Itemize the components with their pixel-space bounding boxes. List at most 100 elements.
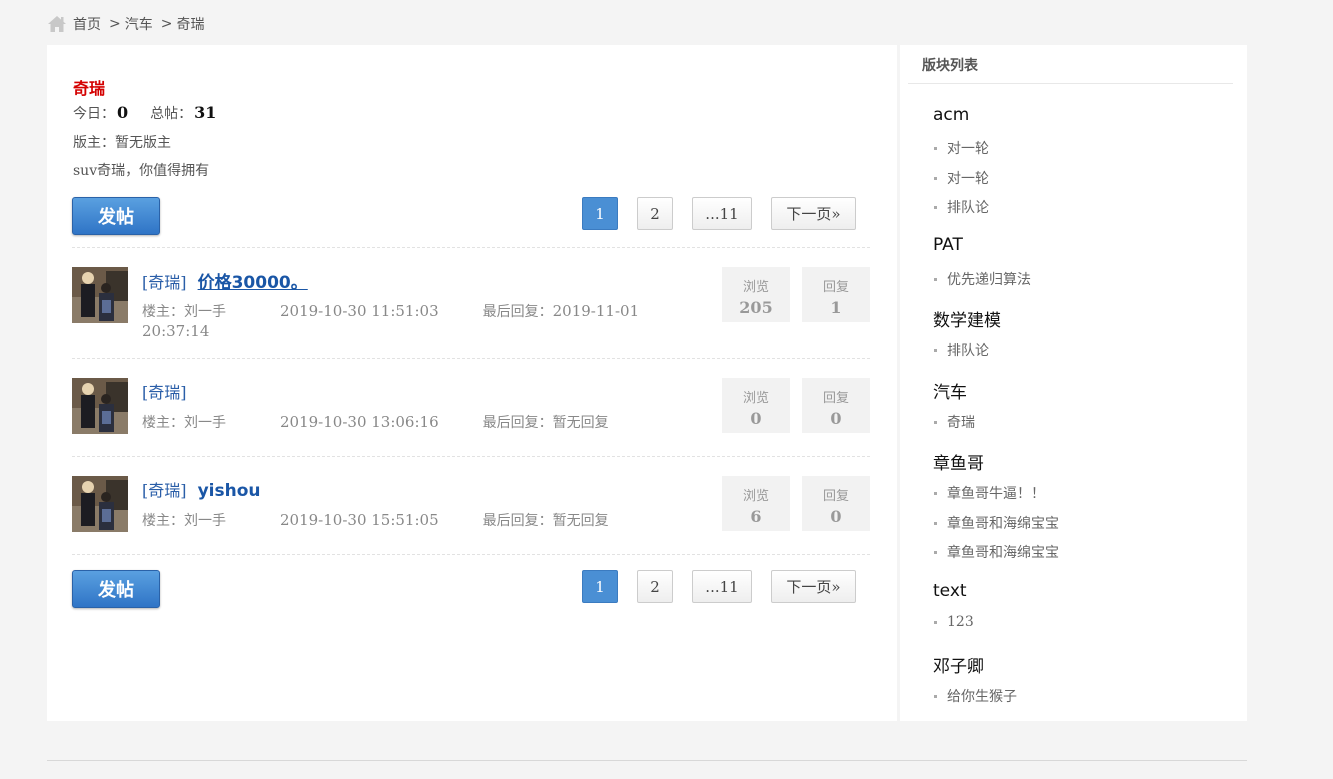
sidebar-subforum-item[interactable]: 对一轮 [934, 138, 989, 158]
views-count: 6 [750, 507, 762, 526]
replies-count: 1 [830, 298, 842, 317]
thread-row: [奇瑞] 楼主：刘一手 2019-10-30 13:06:16 最后回复：暂无回复 … [72, 378, 870, 448]
sidebar-category-acm[interactable]: acm [933, 105, 969, 125]
replies-box: 回复 0 [802, 378, 870, 433]
sidebar-subforum-item[interactable]: 排队论 [934, 340, 989, 360]
last-reply-time: 暂无回复 [552, 513, 609, 529]
divider [72, 554, 870, 555]
thread-title-link[interactable]: 价格30000。 [198, 273, 308, 293]
replies-count: 0 [830, 507, 842, 526]
forum-title: 奇瑞 [73, 79, 106, 98]
sidebar-category-squidward[interactable]: 章鱼哥 [933, 449, 984, 474]
page-2-button[interactable]: 2 [637, 570, 673, 603]
thread-title-line: [奇瑞] yishou [142, 477, 261, 501]
forum-stats: 今日： 0 总帖： 31 [73, 103, 216, 123]
thread-time: 2019-10-30 13:06:16 [280, 413, 439, 431]
thread-time: 2019-10-30 15:51:05 [280, 511, 439, 529]
page-1-button[interactable]: 1 [582, 197, 618, 230]
home-icon[interactable] [47, 14, 67, 34]
thread-tag[interactable]: [奇瑞] [142, 481, 187, 500]
thread-time: 2019-10-30 11:51:03 [280, 302, 439, 320]
total-count: 31 [194, 103, 217, 122]
forum-moderator: 版主：暂无版主 [73, 135, 171, 151]
thread-tag[interactable]: [奇瑞] [142, 383, 187, 402]
pagination-top: 1 2 ...11 下一页» [582, 197, 856, 230]
breadcrumb-home-link[interactable]: 首页 [73, 14, 101, 34]
views-label: 浏览 [742, 280, 769, 295]
next-page-button[interactable]: 下一页» [771, 197, 856, 230]
thread-row: [奇瑞] yishou 楼主：刘一手 2019-10-30 15:51:05 最后回… [72, 476, 870, 546]
sidebar-category-dengziqing[interactable]: 邓子卿 [933, 652, 984, 677]
views-box: 浏览 6 [722, 476, 790, 531]
thread-author: 楼主：刘一手 [142, 513, 226, 529]
views-box: 浏览 205 [722, 267, 790, 322]
pagination-bottom: 1 2 ...11 下一页» [582, 570, 856, 603]
replies-label: 回复 [822, 489, 849, 504]
avatar[interactable] [72, 267, 128, 323]
sidebar-category-car[interactable]: 汽车 [933, 378, 967, 403]
breadcrumb-forum-link[interactable]: 奇瑞 [176, 14, 204, 34]
footer-divider [47, 760, 1247, 761]
avatar[interactable] [72, 476, 128, 532]
views-count: 205 [739, 298, 773, 317]
sidebar-subforum-item[interactable]: 奇瑞 [934, 412, 975, 432]
thread-title-line: [奇瑞] [142, 379, 193, 403]
replies-box: 回复 0 [802, 476, 870, 531]
last-reply-label: 最后回复： [482, 415, 553, 431]
sidebar-category-text[interactable]: text [933, 581, 967, 601]
sidebar-subforum-item[interactable]: 章鱼哥和海绵宝宝 [934, 542, 1059, 562]
sidebar-subforum-item[interactable]: 章鱼哥牛逼！！ [934, 483, 1045, 503]
board-list-sidebar: 版块列表 acm 对一轮 对一轮 排队论 PAT 优先递归算法 数学建模 排队论… [900, 45, 1247, 721]
last-reply-label: 最后回复： [482, 304, 553, 320]
replies-box: 回复 1 [802, 267, 870, 322]
thread-author: 楼主：刘一手 [142, 415, 226, 431]
sidebar-divider [908, 83, 1233, 84]
sidebar-title: 版块列表 [922, 58, 978, 74]
thread-author: 楼主：刘一手 [142, 304, 226, 320]
divider [72, 358, 870, 359]
page-2-button[interactable]: 2 [637, 197, 673, 230]
today-count: 0 [117, 103, 129, 122]
replies-count: 0 [830, 409, 842, 428]
breadcrumb-separator: > [109, 16, 121, 32]
total-label: 总帖： [150, 106, 193, 122]
views-box: 浏览 0 [722, 378, 790, 433]
new-post-button[interactable]: 发帖 [72, 197, 160, 235]
thread-meta: 楼主：刘一手 2019-10-30 11:51:03 最后回复：2019-11-01… [142, 302, 702, 342]
replies-label: 回复 [822, 280, 849, 295]
page-1-button[interactable]: 1 [582, 570, 618, 603]
breadcrumb-category-link[interactable]: 汽车 [125, 14, 153, 34]
sidebar-subforum-item[interactable]: 优先递归算法 [934, 269, 1031, 289]
replies-label: 回复 [822, 391, 849, 406]
thread-meta: 楼主：刘一手 2019-10-30 15:51:05 最后回复：暂无回复 [142, 511, 702, 531]
next-page-button[interactable]: 下一页» [771, 570, 856, 603]
divider [72, 456, 870, 457]
sidebar-category-math-modeling[interactable]: 数学建模 [933, 306, 1001, 331]
sidebar-subforum-item[interactable]: 章鱼哥和海绵宝宝 [934, 513, 1059, 533]
sidebar-subforum-item[interactable]: 给你生猴子 [934, 686, 1017, 706]
breadcrumb: 首页 > 汽车 > 奇瑞 [47, 13, 204, 35]
today-label: 今日： [73, 106, 115, 122]
views-count: 0 [750, 409, 762, 428]
page-last-button[interactable]: ...11 [692, 197, 752, 230]
thread-tag[interactable]: [奇瑞] [142, 273, 187, 292]
thread-title-link[interactable]: yishou [198, 481, 261, 501]
sidebar-subforum-item[interactable]: 123 [934, 614, 974, 630]
divider [72, 247, 870, 248]
sidebar-subforum-item[interactable]: 排队论 [934, 197, 989, 217]
thread-row: [奇瑞] 价格30000。 楼主：刘一手 2019-10-30 11:51:03 最… [72, 267, 870, 340]
views-label: 浏览 [742, 489, 769, 504]
last-reply-time: 暂无回复 [552, 415, 609, 431]
avatar[interactable] [72, 378, 128, 434]
views-label: 浏览 [742, 391, 769, 406]
thread-title-line: [奇瑞] 价格30000。 [142, 268, 308, 293]
sidebar-subforum-item[interactable]: 对一轮 [934, 168, 989, 188]
sidebar-category-pat[interactable]: PAT [933, 235, 963, 255]
page-last-button[interactable]: ...11 [692, 570, 752, 603]
last-reply-label: 最后回复： [482, 513, 553, 529]
new-post-button[interactable]: 发帖 [72, 570, 160, 608]
forum-main-panel: 奇瑞 今日： 0 总帖： 31 版主：暂无版主 suv奇瑞，你值得拥有 发帖 1… [47, 45, 897, 721]
thread-meta: 楼主：刘一手 2019-10-30 13:06:16 最后回复：暂无回复 [142, 413, 702, 433]
breadcrumb-separator: > [160, 16, 173, 32]
forum-description: suv奇瑞，你值得拥有 [73, 163, 210, 179]
